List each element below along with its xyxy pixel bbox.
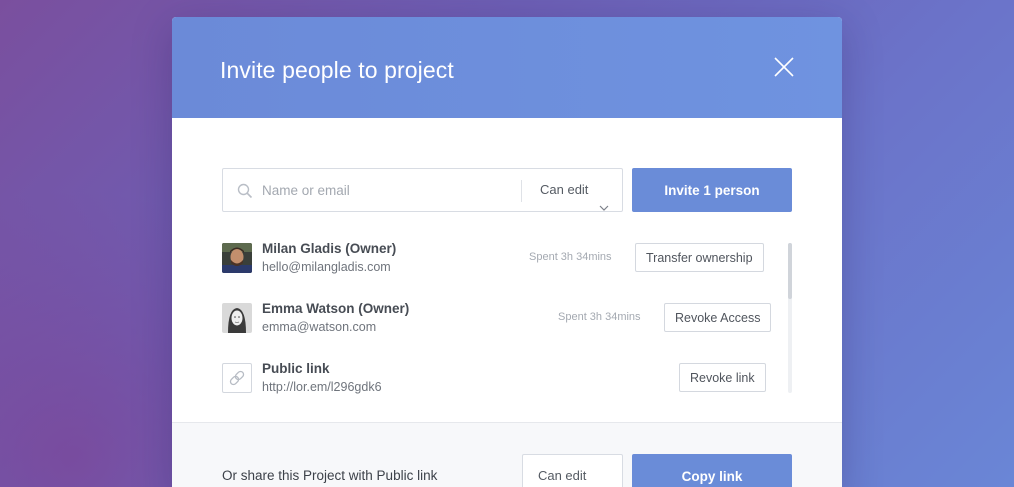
chevron-down-icon (599, 187, 609, 211)
public-link-label: Public link (262, 361, 330, 376)
footer-permission-dropdown[interactable]: Can edit (522, 454, 623, 487)
chevron-down-icon (597, 473, 607, 481)
footer-permission-label: Can edit (537, 468, 587, 483)
member-email: emma@watson.com (262, 320, 377, 334)
public-link-row: Public link http://lor.em/l296gdk6 Revok… (222, 361, 767, 401)
link-icon (222, 363, 252, 393)
search-box: Can edit (222, 168, 623, 212)
permission-label: Can edit (540, 182, 589, 197)
permission-dropdown[interactable]: Can edit (540, 169, 609, 211)
revoke-access-button[interactable]: Revoke Access (664, 303, 772, 332)
share-text: Or share this Project with Public link (222, 468, 438, 483)
member-row: Milan Gladis (Owner) hello@milangladis.c… (222, 241, 767, 281)
invite-row: Can edit Invite 1 person (222, 168, 792, 212)
copy-link-button[interactable]: Copy link (632, 454, 792, 487)
member-row: Emma Watson (Owner) emma@watson.com Spen… (222, 301, 772, 341)
avatar (222, 303, 252, 333)
time-spent: Spent 3h 34mins (529, 251, 612, 263)
close-icon[interactable] (772, 55, 796, 79)
members-scrollbar[interactable] (788, 243, 792, 393)
time-spent: Spent 3h 34mins (558, 311, 641, 323)
avatar (222, 243, 252, 273)
search-icon (237, 183, 253, 199)
member-name: Emma Watson (Owner) (262, 301, 410, 316)
revoke-link-button[interactable]: Revoke link (679, 363, 766, 392)
modal-header: Invite people to project (172, 17, 842, 118)
invite-button[interactable]: Invite 1 person (632, 168, 792, 212)
modal-title: Invite people to project (220, 57, 454, 83)
share-footer: Or share this Project with Public link C… (172, 422, 842, 487)
public-link-url: http://lor.em/l296gdk6 (262, 380, 382, 394)
member-email: hello@milangladis.com (262, 260, 391, 274)
search-input[interactable] (262, 169, 512, 211)
scrollbar-thumb[interactable] (788, 243, 792, 299)
members-list: Milan Gladis (Owner) hello@milangladis.c… (222, 241, 794, 411)
member-name: Milan Gladis (Owner) (262, 241, 397, 256)
invite-modal: Invite people to project Can edit (172, 17, 842, 487)
divider (521, 180, 522, 202)
transfer-ownership-button[interactable]: Transfer ownership (635, 243, 764, 272)
